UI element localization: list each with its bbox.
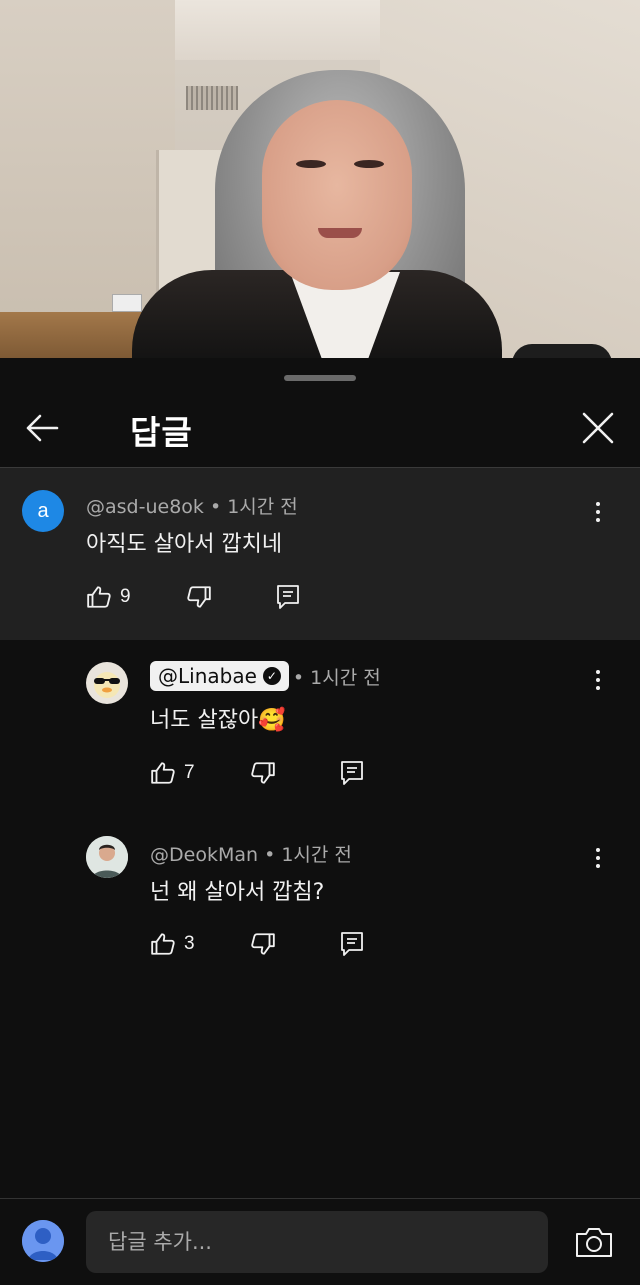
user-avatar[interactable] xyxy=(22,1220,64,1262)
dislike-button[interactable] xyxy=(250,760,276,786)
comment-author[interactable]: @DeokMan xyxy=(150,844,258,866)
video-desk xyxy=(0,312,150,358)
avatar-letter: a xyxy=(37,499,49,522)
reply-item: @DeokMan • 1시간 전 넌 왜 살아서 깝침? 3 xyxy=(0,818,640,978)
video-person-eye-left xyxy=(296,160,326,168)
dislike-button[interactable] xyxy=(186,584,212,610)
more-vert-icon[interactable] xyxy=(586,664,610,696)
verified-icon: ✓ xyxy=(262,667,281,685)
close-button[interactable] xyxy=(574,404,622,452)
sheet-title: 답글 xyxy=(130,413,193,452)
reply-icon xyxy=(341,932,363,956)
footer-divider xyxy=(0,1198,640,1199)
avatar[interactable]: a xyxy=(22,490,64,532)
back-arrow-icon xyxy=(26,414,59,442)
like-button[interactable]: 9 xyxy=(86,584,131,610)
back-button[interactable] xyxy=(18,404,66,452)
comment-text: 아직도 살아서 깝치네 xyxy=(86,532,283,557)
video-person-face xyxy=(262,100,412,290)
video-chair xyxy=(512,344,612,358)
creator-badge[interactable]: @Linabae ✓ xyxy=(150,661,289,691)
comment-author: @Linabae xyxy=(158,664,257,688)
video-vent xyxy=(186,86,238,110)
like-icon xyxy=(87,586,111,608)
reply-button[interactable] xyxy=(340,931,364,957)
replies-sheet: 답글 a @asd-ue8ok • 1시간 전 아직도 살아서 깝치네 9 @L… xyxy=(0,358,640,1285)
camera-button[interactable] xyxy=(574,1224,614,1260)
like-icon xyxy=(151,933,175,955)
like-icon xyxy=(151,762,175,784)
user-avatar-icon xyxy=(22,1220,64,1262)
reply-input[interactable] xyxy=(86,1211,548,1273)
comment-meta: @asd-ue8ok • 1시간 전 xyxy=(86,492,298,519)
like-count: 7 xyxy=(184,762,195,783)
comment-author[interactable]: @asd-ue8ok xyxy=(86,496,204,518)
dislike-icon xyxy=(187,586,211,608)
comment-time: • 1시간 전 xyxy=(203,496,298,518)
avatar[interactable] xyxy=(86,836,128,878)
video-desk-item xyxy=(112,294,142,312)
comment-text: 너도 살잖아🥰 xyxy=(150,708,286,733)
like-button[interactable]: 3 xyxy=(150,931,195,957)
video-player[interactable] xyxy=(0,0,640,358)
more-vert-icon[interactable] xyxy=(586,842,610,874)
reply-icon xyxy=(341,761,363,785)
like-button[interactable]: 7 xyxy=(150,760,195,786)
video-person-mouth xyxy=(318,228,362,238)
like-count: 9 xyxy=(120,586,131,607)
drag-handle[interactable] xyxy=(284,375,356,381)
video-person-eye-right xyxy=(354,160,384,168)
comment-time: • 1시간 전 xyxy=(292,666,381,689)
dislike-button[interactable] xyxy=(250,931,276,957)
close-icon xyxy=(582,412,614,444)
sheet-header: 답글 xyxy=(0,388,640,468)
dislike-icon xyxy=(251,762,275,784)
dislike-icon xyxy=(251,933,275,955)
reply-item: @Linabae ✓ • 1시간 전 너도 살잖아🥰 7 xyxy=(0,640,640,810)
reply-icon xyxy=(277,585,299,609)
avatar[interactable] xyxy=(86,662,128,704)
camera-icon xyxy=(576,1228,612,1257)
comment-meta: @DeokMan • 1시간 전 xyxy=(150,840,352,867)
reply-button[interactable] xyxy=(340,760,364,786)
more-vert-icon[interactable] xyxy=(586,496,610,528)
duck-avatar-icon xyxy=(94,672,120,698)
like-count: 3 xyxy=(184,933,195,954)
comment-time: • 1시간 전 xyxy=(258,844,352,866)
parent-comment: a @asd-ue8ok • 1시간 전 아직도 살아서 깝치네 9 xyxy=(0,468,640,640)
reply-button[interactable] xyxy=(276,584,300,610)
person-avatar-icon xyxy=(86,836,128,878)
comment-meta: @Linabae ✓ • 1시간 전 xyxy=(150,660,381,692)
comment-text: 넌 왜 살아서 깝침? xyxy=(150,880,325,905)
